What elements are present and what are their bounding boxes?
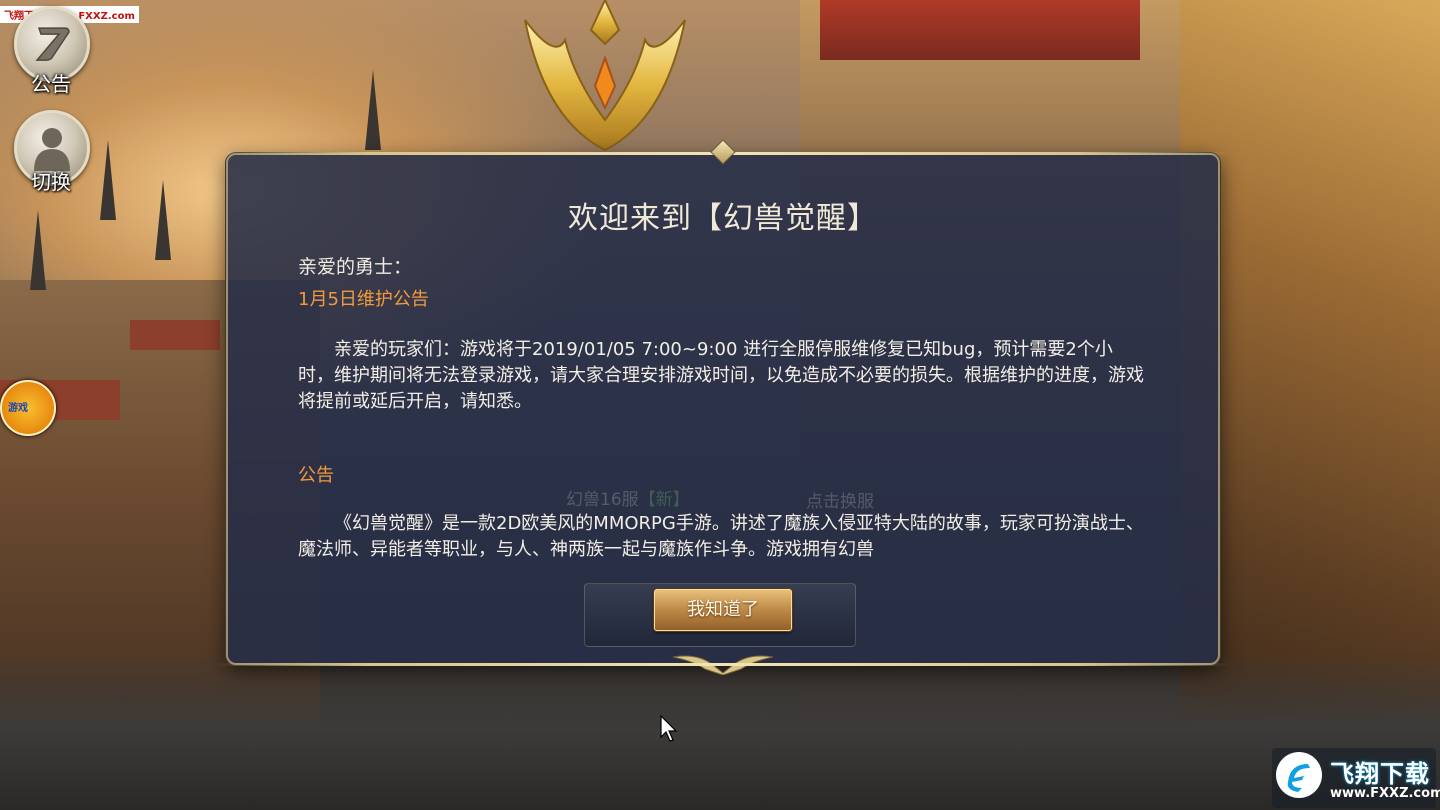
spire bbox=[100, 140, 116, 220]
notice-button[interactable]: 公告 bbox=[14, 6, 90, 96]
switch-account-button[interactable]: 切换 bbox=[14, 110, 90, 194]
notice-body: 《幻兽觉醒》是一款2D欧美风的MMORPG手游。讲述了魔族入侵亚特大陆的故事，玩… bbox=[298, 513, 1144, 560]
watermark-bottom: 飞翔下载 www.FXXZ.com bbox=[1272, 748, 1440, 808]
watermark-brand: 飞翔下载 bbox=[1330, 760, 1430, 788]
notice-label: 公告 bbox=[31, 72, 71, 96]
scroll-icon bbox=[35, 27, 70, 61]
roof bbox=[130, 320, 220, 350]
confirm-button[interactable]: 我知道了 bbox=[654, 589, 792, 631]
maintenance-heading: 1月5日维护公告 bbox=[298, 289, 429, 310]
frame-bottom-ornament bbox=[673, 655, 773, 675]
castle-roof bbox=[820, 0, 1140, 60]
spire bbox=[365, 70, 381, 150]
game-center-logo-icon[interactable]: 游戏 bbox=[0, 380, 56, 436]
announcement-dialog: 幻兽16服【新】 点击换服 欢迎来到【幻兽觉醒】 亲爱的勇士： 1月5日维护公告… bbox=[216, 139, 1230, 675]
user-icon bbox=[34, 128, 70, 171]
mouse-cursor-icon bbox=[660, 715, 678, 742]
greeting-text: 亲爱的勇士： bbox=[298, 256, 413, 278]
maintenance-body: 亲爱的玩家们：游戏将于2019/01/05 7:00~9:00 进行全服停服维修… bbox=[298, 339, 1144, 412]
watermark-url: www.FXXZ.com bbox=[1330, 786, 1440, 801]
announcement-scroll-area[interactable]: 亲爱的勇士： 1月5日维护公告 亲爱的玩家们：游戏将于2019/01/05 7:… bbox=[298, 251, 1148, 567]
switch-label: 切换 bbox=[31, 170, 71, 194]
spire bbox=[155, 180, 171, 260]
notice-heading: 公告 bbox=[298, 465, 334, 486]
spire bbox=[30, 210, 46, 290]
crest-emblem-icon bbox=[524, 0, 686, 152]
watermark-logo-icon bbox=[1276, 752, 1322, 798]
dialog-title: 欢迎来到【幻兽觉醒】 bbox=[568, 201, 878, 236]
